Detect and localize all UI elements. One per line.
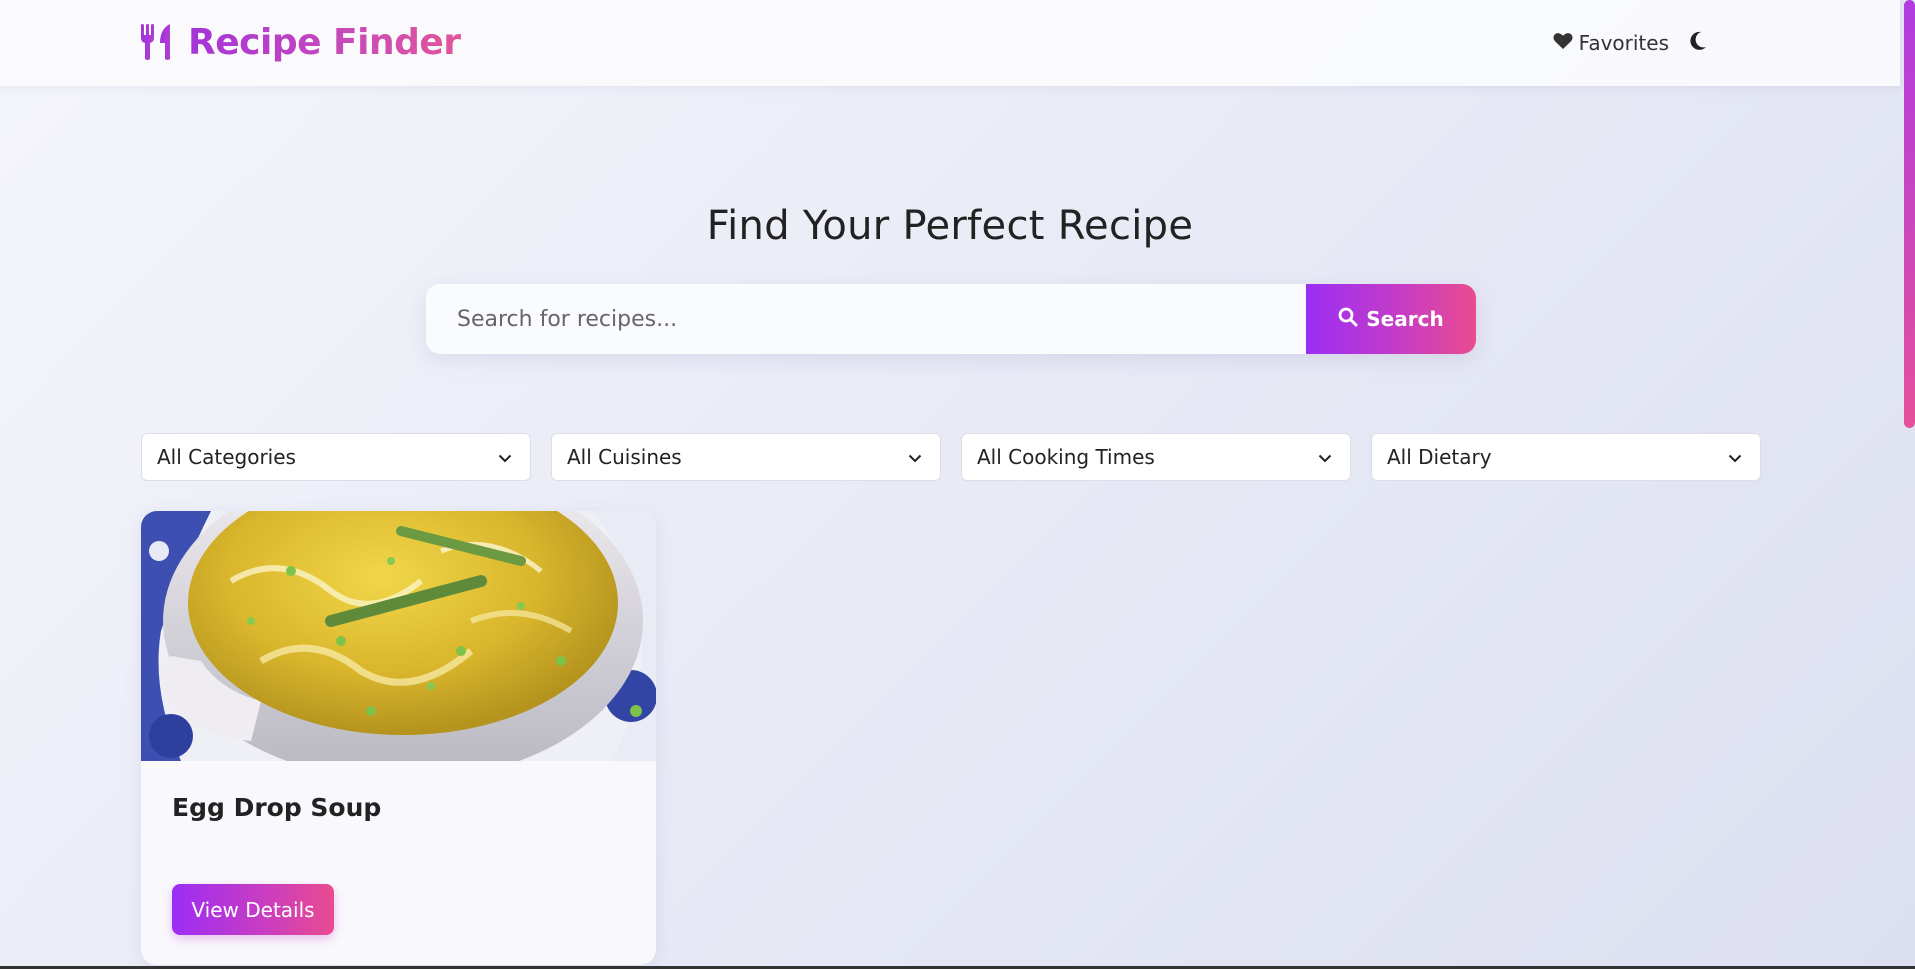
search-button-label: Search <box>1366 307 1444 331</box>
search-input[interactable] <box>426 284 1306 354</box>
filter-value: All Dietary <box>1387 445 1492 469</box>
search-button[interactable]: Search <box>1306 284 1476 354</box>
page-title: Find Your Perfect Recipe <box>706 203 1194 249</box>
nav-actions: Favorites <box>1553 26 1707 60</box>
dark-mode-toggle[interactable] <box>1689 31 1707 55</box>
filter-value: All Cuisines <box>567 445 682 469</box>
category-select[interactable]: All Categories <box>141 433 531 481</box>
filter-value: All Cooking Times <box>977 445 1155 469</box>
recipe-card: Egg Drop Soup View Details <box>141 511 656 965</box>
view-details-button[interactable]: View Details <box>172 884 334 935</box>
chevron-down-icon <box>908 448 922 467</box>
cuisine-select[interactable]: All Cuisines <box>551 433 941 481</box>
search-icon <box>1338 307 1358 332</box>
recipe-title: Egg Drop Soup <box>172 793 382 822</box>
top-navbar: Recipe Finder Favorites <box>0 0 1900 86</box>
utensils-icon <box>140 23 174 61</box>
brand-title: Recipe Finder <box>188 21 461 63</box>
recipe-image[interactable] <box>141 511 656 781</box>
favorites-link[interactable]: Favorites <box>1553 31 1669 55</box>
chevron-down-icon <box>498 448 512 467</box>
chevron-down-icon <box>1318 448 1332 467</box>
heart-icon <box>1553 32 1573 54</box>
cooking-time-select[interactable]: All Cooking Times <box>961 433 1351 481</box>
moon-icon <box>1689 31 1707 55</box>
filter-value: All Categories <box>157 445 296 469</box>
search-bar: Search <box>426 284 1476 354</box>
dietary-select[interactable]: All Dietary <box>1371 433 1761 481</box>
scrollbar-thumb[interactable] <box>1904 0 1915 428</box>
filter-bar: All Categories All Cuisines All Cooking … <box>141 433 1761 481</box>
favorites-label: Favorites <box>1578 31 1669 55</box>
chevron-down-icon <box>1728 448 1742 467</box>
brand-logo[interactable]: Recipe Finder <box>140 18 461 66</box>
scrollbar[interactable] <box>1900 0 1915 969</box>
